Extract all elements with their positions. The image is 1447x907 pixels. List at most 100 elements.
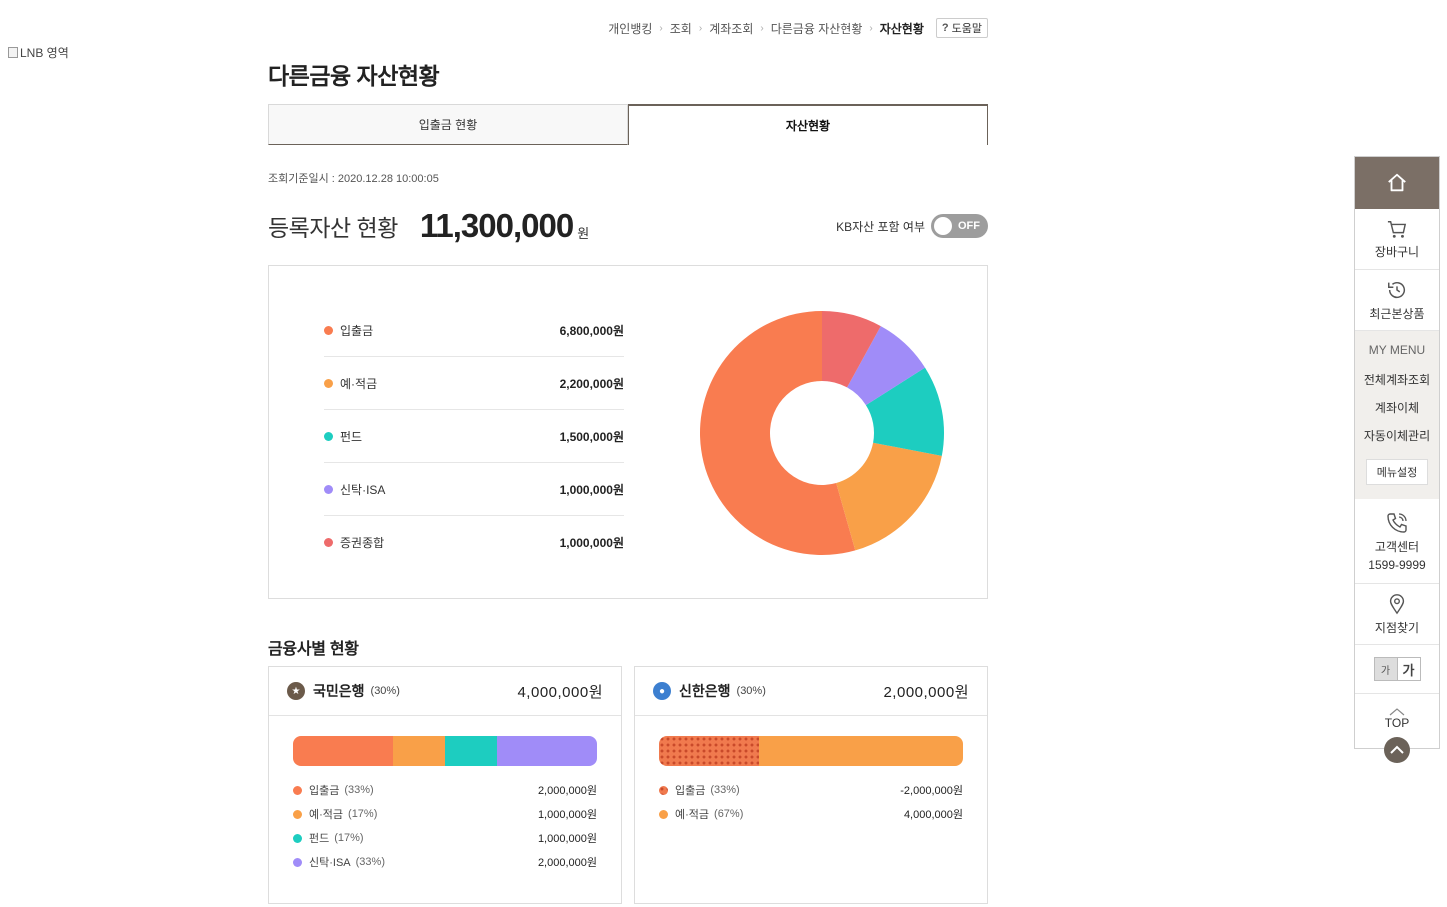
branch-finder-button[interactable]: 지점찾기 xyxy=(1355,584,1439,645)
breadcrumb-item[interactable]: 개인뱅킹 xyxy=(604,20,656,37)
legend-label: 신탁·ISA xyxy=(340,482,386,497)
quick-menu: 장바구니 최근본상품 MY MENU 전체계좌조회 계좌이체 자동이체관리 메뉴… xyxy=(1354,156,1440,749)
asset-donut-chart xyxy=(699,311,944,555)
kb-toggle-label: KB자산 포함 여부 xyxy=(836,219,925,234)
chevron-right-icon: › xyxy=(698,22,703,34)
breakdown-item: 펀드 (17%) 1,000,000원 xyxy=(293,826,597,850)
breakdown-dot xyxy=(659,809,668,819)
breakdown-label: 입출금 xyxy=(309,785,340,797)
breakdown-value: 4,000,000원 xyxy=(903,809,963,821)
asset-legend-list: 입출금 6,800,000원 예·적금 2,200,000원 펀드 1,500,… xyxy=(324,304,624,568)
chevron-right-icon: › xyxy=(760,22,764,34)
font-size-control: 가 가 xyxy=(1355,645,1439,694)
cart-label: 장바구니 xyxy=(1374,244,1420,259)
institution-header: ★ 국민은행 (30%) 4,000,000원 xyxy=(269,667,621,716)
my-menu-title: MY MENU xyxy=(1368,343,1426,357)
cart-button[interactable]: 장바구니 xyxy=(1355,209,1439,270)
breakdown-item: 예·적금 (67%) 4,000,000원 xyxy=(659,802,963,826)
breakdown-dot xyxy=(293,857,302,867)
help-button[interactable]: ? 도움말 xyxy=(935,18,988,38)
query-timestamp: 조회기준일시 : 2020.12.28 10:00:05 xyxy=(268,173,439,185)
kb-bank-icon: ★ xyxy=(287,682,305,700)
breakdown-value: 2,000,000원 xyxy=(537,785,597,797)
font-small-button[interactable]: 가 xyxy=(1374,658,1397,680)
total-unit: 원 xyxy=(577,225,590,241)
institution-card-shinhan: ● 신한은행 (30%) 2,000,000원 입출금 (33%) -2,000… xyxy=(634,666,988,904)
legend-item: 펀드 1,500,000원 xyxy=(324,410,624,463)
legend-dot xyxy=(324,484,333,494)
tab-deposit-status[interactable]: 입출금 현황 xyxy=(268,104,628,145)
home-icon xyxy=(1388,173,1406,192)
legend-dot xyxy=(324,325,333,335)
breadcrumb-item[interactable]: 다른금융 자산현황 xyxy=(767,20,867,37)
bar-segment-1 xyxy=(659,736,760,766)
breakdown-label: 입출금 xyxy=(675,785,706,797)
section-title-institutions: 금융사별 현황 xyxy=(268,641,359,658)
legend-value: 6,800,000원 xyxy=(559,323,624,338)
bank-total: 4,000,000원 xyxy=(517,683,603,701)
history-icon xyxy=(1388,281,1405,298)
breakdown-pct: (33%) xyxy=(710,784,740,796)
institution-breakdown-list: 입출금 (33%) 2,000,000원 예·적금 (17%) 1,000,00… xyxy=(293,778,597,874)
customer-center-label: 고객센터 xyxy=(1374,539,1420,554)
question-icon: ? xyxy=(941,22,949,34)
customer-center-number: 1599-9999 xyxy=(1368,557,1426,572)
menu-settings-button[interactable]: 메뉴설정 xyxy=(1365,459,1429,485)
total-label: 등록자산 현황 xyxy=(268,215,398,241)
broken-image-icon xyxy=(8,47,18,58)
my-menu-link[interactable]: 계좌이체 xyxy=(1375,393,1419,421)
recent-label: 최근본상품 xyxy=(1369,306,1425,321)
scroll-up-button[interactable] xyxy=(1384,737,1410,763)
legend-value: 1,500,000원 xyxy=(559,429,624,444)
bank-total: 2,000,000원 xyxy=(883,683,969,701)
breadcrumb-item[interactable]: 조회 xyxy=(666,20,696,37)
institution-stacked-bar xyxy=(293,736,597,766)
customer-center-button[interactable]: 고객센터 1599-9999 xyxy=(1355,499,1439,584)
my-menu-link[interactable]: 전체계좌조회 xyxy=(1364,365,1430,393)
tab-bar: 입출금 현황 자산현황 xyxy=(268,104,988,145)
legend-label: 예·적금 xyxy=(340,376,378,391)
bar-segment-3 xyxy=(444,736,497,766)
breakdown-pct: (17%) xyxy=(334,832,364,844)
shinhan-bank-icon: ● xyxy=(653,682,671,700)
tab-asset-status[interactable]: 자산현황 xyxy=(628,104,988,145)
phone-icon xyxy=(1387,512,1407,533)
breakdown-label: 예·적금 xyxy=(309,809,344,821)
my-menu-link[interactable]: 자동이체관리 xyxy=(1364,421,1430,449)
legend-dot xyxy=(324,378,333,388)
breadcrumb-item[interactable]: 계좌조회 xyxy=(705,20,757,37)
breadcrumb: 개인뱅킹 › 조회 › 계좌조회 › 다른금융 자산현황 › 자산현황 ? 도움… xyxy=(560,18,988,38)
cart-icon xyxy=(1387,220,1407,238)
lnb-alt-text: LNB 영역 xyxy=(20,46,69,60)
help-label: 도움말 xyxy=(951,23,982,35)
bar-segment-2 xyxy=(759,736,963,766)
breakdown-label: 예·적금 xyxy=(675,809,710,821)
legend-item: 예·적금 2,200,000원 xyxy=(324,357,624,410)
breakdown-value: 1,000,000원 xyxy=(537,833,597,845)
font-large-button[interactable]: 가 xyxy=(1396,658,1420,680)
lnb-placeholder-image: LNB 영역 xyxy=(8,44,69,61)
my-menu-panel: MY MENU 전체계좌조회 계좌이체 자동이체관리 메뉴설정 xyxy=(1355,331,1439,499)
legend-label: 펀드 xyxy=(340,429,363,444)
institution-card-kb: ★ 국민은행 (30%) 4,000,000원 입출금 (33%) 2,000,… xyxy=(268,666,622,904)
legend-dot xyxy=(324,537,333,547)
recent-products-button[interactable]: 최근본상품 xyxy=(1355,270,1439,331)
kb-include-toggle[interactable]: OFF xyxy=(931,214,988,238)
home-button[interactable] xyxy=(1355,157,1439,209)
breakdown-value: -2,000,000원 xyxy=(900,785,963,797)
legend-item: 입출금 6,800,000원 xyxy=(324,304,624,357)
page-title: 다른금융 자산현황 xyxy=(268,63,440,89)
legend-item: 신탁·ISA 1,000,000원 xyxy=(324,463,624,516)
kb-include-toggle-group: KB자산 포함 여부 OFF xyxy=(836,214,988,238)
legend-label: 증권종합 xyxy=(340,535,385,550)
chevron-up-icon xyxy=(1390,745,1404,754)
bank-share: (30%) xyxy=(736,685,766,697)
breadcrumb-current: 자산현황 xyxy=(879,21,924,36)
breakdown-dot xyxy=(293,785,302,795)
total-assets-row: 등록자산 현황 11,300,000 원 KB자산 포함 여부 OFF xyxy=(268,203,988,249)
chevron-right-icon: › xyxy=(659,22,663,34)
font-size-toggle: 가 가 xyxy=(1373,657,1421,681)
chevron-up-icon xyxy=(1389,708,1405,716)
legend-value: 2,200,000원 xyxy=(559,376,624,391)
breakdown-pct: (33%) xyxy=(355,856,385,868)
